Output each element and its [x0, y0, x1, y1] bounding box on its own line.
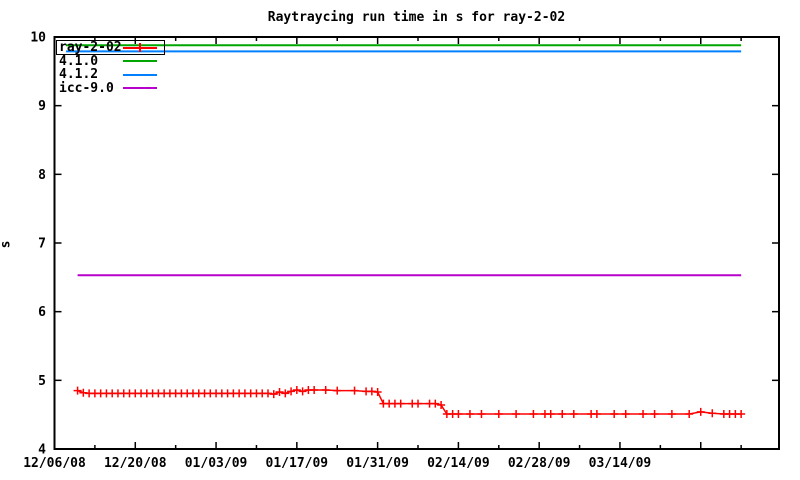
legend-item-icc-9.0: icc-9.0	[59, 82, 114, 95]
data-point-marker	[414, 399, 423, 408]
y-tick-label: 9	[38, 99, 46, 114]
y-tick-label: 8	[38, 168, 46, 183]
data-point-marker	[373, 388, 382, 397]
y-tick-label: 5	[38, 374, 46, 389]
y-tick-label: 6	[38, 305, 46, 320]
data-point-marker	[708, 409, 717, 418]
legend-plus-marker-icon	[135, 43, 145, 52]
data-point-marker	[292, 385, 301, 394]
legend-item-4.1.0: 4.1.0	[59, 55, 98, 68]
legend-sample-4.1.2	[123, 73, 157, 76]
data-point-marker	[558, 409, 567, 418]
legend-item-4.1.2: 4.1.2	[59, 68, 98, 81]
data-point-marker	[621, 409, 630, 418]
plot-canvas: 4567891012/06/08 12/20/08 01/03/09 01/17/09…	[23, 31, 780, 471]
legend-label: icc-9.0	[59, 80, 114, 96]
data-point-marker	[610, 409, 619, 418]
data-point-marker	[546, 409, 555, 418]
plot-border	[53, 36, 780, 450]
data-point-marker	[512, 409, 521, 418]
data-point-marker	[737, 409, 746, 418]
data-point-marker	[494, 409, 503, 418]
data-point-marker	[477, 409, 486, 418]
data-point-marker	[529, 409, 538, 418]
y-tick-label: 10	[30, 31, 46, 46]
x-tick-label: 02/28/09	[508, 456, 571, 471]
data-point-marker	[333, 386, 342, 395]
x-tick-label: 01/31/09	[346, 456, 409, 471]
y-tick-label: 7	[38, 237, 46, 252]
legend-item-ray-2-02: ray-2-02	[59, 41, 122, 54]
data-point-marker	[685, 409, 694, 418]
x-tick-label: 03/14/09	[589, 456, 652, 471]
x-tick-label: 12/20/08	[104, 456, 167, 471]
legend-sample-4.1.0	[123, 60, 157, 62]
data-point-marker	[350, 386, 359, 395]
data-point-marker	[639, 409, 648, 418]
data-point-marker	[396, 399, 405, 408]
data-point-marker	[569, 409, 578, 418]
data-point-marker	[437, 401, 446, 410]
legend-sample-icc-9.0	[123, 87, 157, 89]
data-point-marker	[431, 399, 440, 408]
x-tick-label: 02/14/09	[427, 456, 490, 471]
data-point-marker	[310, 385, 319, 394]
data-point-marker	[696, 407, 705, 416]
data-point-marker	[321, 385, 330, 394]
data-point-marker	[592, 409, 601, 418]
data-point-marker	[667, 409, 676, 418]
data-point-marker	[650, 409, 659, 418]
chart-root: Raytraycing run time in s for ray-2-02 s…	[0, 0, 800, 480]
x-tick-label: 01/17/09	[266, 456, 329, 471]
data-point-marker	[298, 387, 307, 396]
x-tick-label: 01/03/09	[185, 456, 248, 471]
data-point-marker	[465, 409, 474, 418]
data-point-marker	[454, 409, 463, 418]
x-tick-label: 12/06/08	[23, 456, 86, 471]
